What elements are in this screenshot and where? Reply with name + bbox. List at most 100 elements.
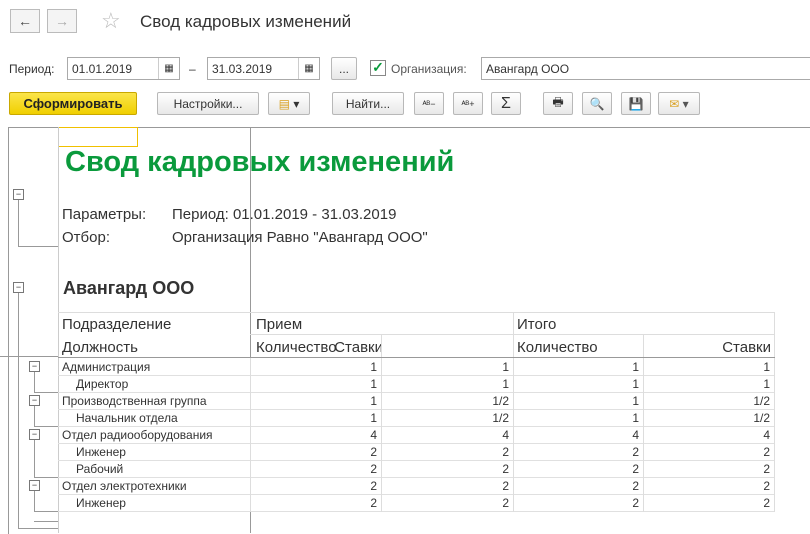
params-label: Параметры: xyxy=(62,206,147,223)
folder-icon: ▤ xyxy=(278,96,290,111)
filter-value: Организация Равно "Авангард ООО" xyxy=(172,229,428,246)
period-label: Период: xyxy=(9,62,55,76)
save-icon[interactable]: 💾 xyxy=(621,92,651,115)
header-position: Должность xyxy=(62,339,138,356)
cell-value: 4 xyxy=(632,428,639,442)
active-cell[interactable] xyxy=(58,127,138,147)
generate-button[interactable]: Сформировать xyxy=(9,92,137,115)
table-row: Рабочий 2 2 2 2 xyxy=(58,460,775,478)
forward-button[interactable]: → xyxy=(47,9,77,33)
cell-value: 1 xyxy=(370,394,377,408)
organization-value: Авангард ООО xyxy=(486,61,570,76)
collapse-icon[interactable]: − xyxy=(29,395,40,406)
cell-value: 2 xyxy=(502,496,509,510)
expand-groups-icon[interactable]: ᴬᴮ+ xyxy=(453,92,483,115)
cell-value: 2 xyxy=(502,479,509,493)
cell-value: 2 xyxy=(370,479,377,493)
cell-value: 2 xyxy=(502,462,509,476)
department-name: Администрация xyxy=(62,360,151,374)
table-row: Директор 1 1 1 1 xyxy=(58,375,775,393)
collapse-groups-icon[interactable]: ᴬᴮ− xyxy=(414,92,444,115)
cell-value: 4 xyxy=(370,428,377,442)
calendar-icon[interactable]: ▦ xyxy=(298,58,319,79)
cell-value: 2 xyxy=(370,496,377,510)
organization-input[interactable]: Авангард ООО xyxy=(481,57,810,80)
cell-value: 1 xyxy=(763,377,770,391)
table-header: Подразделение Должность Прием Итого Коли… xyxy=(58,312,775,358)
print-icon[interactable]: 🖶 xyxy=(543,92,573,115)
table-row: Отдел электротехники 2 2 2 2 xyxy=(58,477,775,495)
table-row: Начальник отдела 1 1/2 1 1/2 xyxy=(58,409,775,427)
cell-value: 1/2 xyxy=(753,394,770,408)
cell-value: 1 xyxy=(632,360,639,374)
find-button[interactable]: Найти... xyxy=(332,92,404,115)
collapse-icon[interactable]: − xyxy=(29,429,40,440)
date-dash: – xyxy=(189,62,196,76)
back-button[interactable]: ← xyxy=(10,9,40,33)
settings-button[interactable]: Настройки... xyxy=(157,92,259,115)
header-rate-hire: Ставки xyxy=(334,339,383,356)
favorite-star-icon[interactable]: ☆ xyxy=(101,8,121,34)
cell-value: 1 xyxy=(370,360,377,374)
calendar-icon[interactable]: ▦ xyxy=(158,58,179,79)
cell-value: 1 xyxy=(763,360,770,374)
organization-label: Организация: xyxy=(391,62,467,76)
collapse-icon[interactable]: − xyxy=(29,361,40,372)
organization-checkbox[interactable]: ✓ xyxy=(370,60,386,76)
cell-value: 1 xyxy=(502,377,509,391)
date-from-value: 01.01.2019 xyxy=(72,61,133,76)
sum-button[interactable]: Σ xyxy=(491,92,521,115)
department-name: Производственная группа xyxy=(62,394,207,408)
email-dropdown-icon[interactable]: ✉ ▾ xyxy=(658,92,700,115)
cell-value: 4 xyxy=(502,428,509,442)
filter-label: Отбор: xyxy=(62,229,110,246)
header-dept: Подразделение xyxy=(62,316,172,333)
variants-dropdown-button[interactable]: ▤ ▾ xyxy=(268,92,310,115)
header-qty-total: Количество xyxy=(517,339,598,356)
header-total: Итого xyxy=(517,316,557,333)
position-name: Рабочий xyxy=(76,462,124,476)
cell-value: 2 xyxy=(763,479,770,493)
position-name: Директор xyxy=(76,377,129,391)
position-name: Инженер xyxy=(76,496,126,510)
cell-value: 1/2 xyxy=(492,394,509,408)
table-row: Производственная группа 1 1/2 1 1/2 xyxy=(58,392,775,410)
table-row: Инженер 2 2 2 2 xyxy=(58,443,775,461)
cell-value: 2 xyxy=(632,479,639,493)
params-value: Период: 01.01.2019 - 31.03.2019 xyxy=(172,206,397,223)
position-name: Инженер xyxy=(76,445,126,459)
period-select-button[interactable]: ... xyxy=(331,57,357,80)
cell-value: 1 xyxy=(632,394,639,408)
report-title: Свод кадровых изменений xyxy=(65,146,455,178)
cell-value: 2 xyxy=(763,462,770,476)
table-row: Отдел радиооборудования 4 4 4 4 xyxy=(58,426,775,444)
department-name: Отдел электротехники xyxy=(62,479,187,493)
cell-value: 2 xyxy=(763,496,770,510)
cell-value: 2 xyxy=(632,445,639,459)
cell-value: 2 xyxy=(632,462,639,476)
cell-value: 1 xyxy=(632,377,639,391)
organization-heading: Авангард ООО xyxy=(63,278,195,298)
cell-value: 2 xyxy=(763,445,770,459)
table-row: Инженер 2 2 2 2 xyxy=(58,494,775,512)
cell-value: 1 xyxy=(370,377,377,391)
cell-value: 2 xyxy=(502,445,509,459)
cell-value: 4 xyxy=(763,428,770,442)
collapse-icon[interactable]: − xyxy=(13,189,24,200)
header-hire: Прием xyxy=(256,316,303,333)
department-name: Отдел радиооборудования xyxy=(62,428,213,442)
collapse-icon[interactable]: − xyxy=(29,480,40,491)
date-to-value: 31.03.2019 xyxy=(212,61,273,76)
table-row: Администрация 1 1 1 1 xyxy=(58,358,775,376)
cell-value: 2 xyxy=(370,462,377,476)
cell-value: 1 xyxy=(632,411,639,425)
cell-value: 1/2 xyxy=(492,411,509,425)
cell-value: 2 xyxy=(370,445,377,459)
date-to-input[interactable]: 31.03.2019 ▦ xyxy=(207,57,320,80)
position-name: Начальник отдела xyxy=(76,411,178,425)
cell-value: 1 xyxy=(502,360,509,374)
print-preview-icon[interactable]: 🔍 xyxy=(582,92,612,115)
date-from-input[interactable]: 01.01.2019 ▦ xyxy=(67,57,180,80)
collapse-icon[interactable]: − xyxy=(13,282,24,293)
cell-value: 1/2 xyxy=(753,411,770,425)
